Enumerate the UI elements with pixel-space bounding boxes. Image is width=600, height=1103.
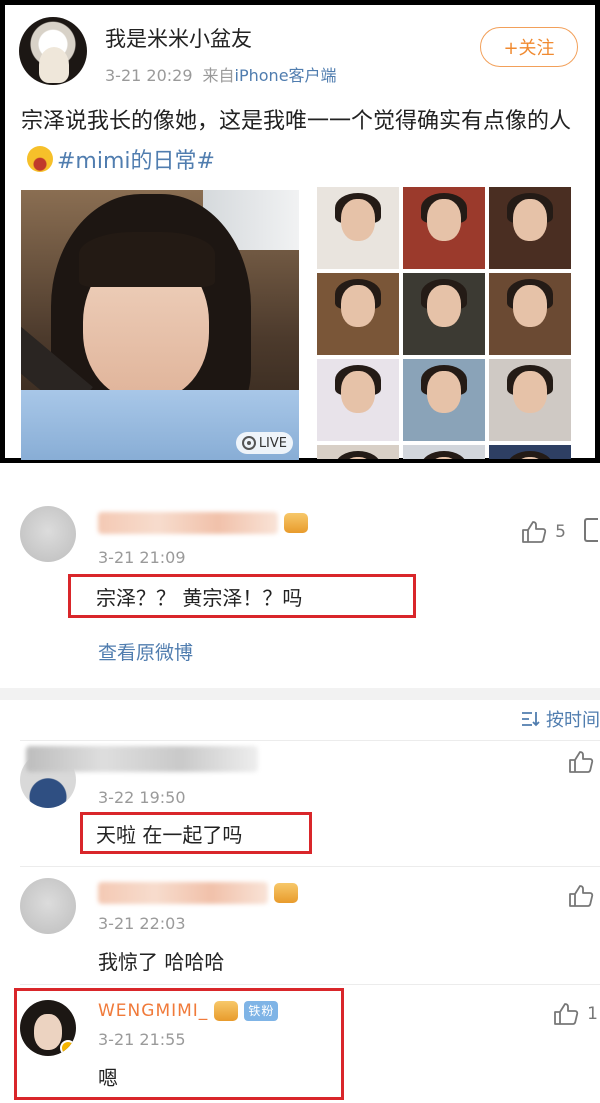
like-count: 1 xyxy=(587,1004,598,1024)
thumbs-up-icon xyxy=(554,1003,579,1025)
like-button[interactable] xyxy=(568,750,594,774)
commenter-avatar[interactable] xyxy=(20,506,76,562)
comment-text: 我惊了 哈哈哈 xyxy=(98,950,225,974)
sort-by-time-button[interactable]: 按时间 xyxy=(520,702,600,736)
live-label: LIVE xyxy=(258,435,287,451)
thumbs-up-icon xyxy=(522,521,547,543)
section-divider xyxy=(0,688,600,700)
grid-photo[interactable] xyxy=(403,359,485,441)
live-icon xyxy=(241,436,256,450)
grid-photo[interactable] xyxy=(317,273,399,355)
view-original-post-link[interactable]: 查看原微博 xyxy=(98,638,193,665)
comment-time: 3-21 21:55 xyxy=(98,1030,186,1049)
comment-time: 3-22 19:50 xyxy=(98,788,186,807)
comment-time: 3-21 22:03 xyxy=(98,914,186,933)
comment-item: 3-21 21:09 宗泽？？ 黄宗泽！？吗 查看原微博 5 xyxy=(0,490,600,688)
commenter-name[interactable] xyxy=(26,746,258,772)
share-icon[interactable] xyxy=(584,518,598,542)
post-author-avatar[interactable] xyxy=(19,17,87,85)
grid-photo[interactable] xyxy=(403,445,485,459)
blurred-username xyxy=(26,746,258,772)
post-main-photo[interactable]: LIVE xyxy=(21,190,299,460)
commenter-name[interactable] xyxy=(98,880,298,906)
grid-photo[interactable] xyxy=(489,359,571,441)
grid-photo[interactable] xyxy=(317,445,399,459)
post-source-device[interactable]: iPhone客户端 xyxy=(235,66,337,85)
grid-photo[interactable] xyxy=(489,187,571,269)
blurred-username xyxy=(98,512,278,534)
commenter-avatar[interactable] xyxy=(20,1000,76,1056)
fan-crown-icon xyxy=(214,1001,239,1021)
post-body-text: 宗泽说我长的像她，这是我唯一一个觉得确实有点像的人 xyxy=(21,109,572,134)
comments-section: 3-21 21:09 宗泽？？ 黄宗泽！？吗 查看原微博 5 按时间 3-22 … xyxy=(0,490,600,1103)
comment-item: WENGMIMI_ 铁粉 3-21 21:55 嗯 1 xyxy=(0,988,600,1100)
like-button[interactable]: 5 xyxy=(521,520,566,544)
grid-photo[interactable] xyxy=(489,445,571,459)
thumbs-up-icon xyxy=(569,751,594,773)
comment-text: 宗泽？？ 黄宗泽！？吗 xyxy=(96,586,303,610)
post-author-name[interactable]: 我是米米小盆友 xyxy=(105,23,252,53)
commenter-name[interactable] xyxy=(98,510,308,536)
post-meta: 3-21 20:29 来自iPhone客户端 xyxy=(105,62,337,86)
verified-icon xyxy=(60,1040,76,1056)
weibo-post-card: 我是米米小盆友 3-21 20:29 来自iPhone客户端 +关注 宗泽说我长的… xyxy=(0,0,600,463)
post-topic-link[interactable]: #mimi的日常# xyxy=(57,149,215,174)
grid-photo[interactable] xyxy=(317,359,399,441)
like-button[interactable] xyxy=(568,884,594,908)
like-button[interactable]: 1 xyxy=(553,1002,598,1026)
thumbs-up-icon xyxy=(569,885,594,907)
grid-photo[interactable] xyxy=(489,273,571,355)
grid-photo[interactable] xyxy=(403,187,485,269)
comment-item: 3-21 22:03 我惊了 哈哈哈 xyxy=(0,870,600,984)
sort-icon xyxy=(522,712,540,727)
commenter-avatar[interactable] xyxy=(20,878,76,934)
post-text: 宗泽说我长的像她，这是我唯一一个觉得确实有点像的人 #mimi的日常# xyxy=(21,102,586,182)
grid-photo[interactable] xyxy=(317,187,399,269)
comment-time: 3-21 21:09 xyxy=(98,548,186,567)
commenter-name[interactable]: WENGMIMI_ 铁粉 xyxy=(98,998,279,1024)
comment-text: 天啦 在一起了吗 xyxy=(96,823,243,847)
comment-text: 嗯 xyxy=(98,1066,118,1090)
post-photo-grid xyxy=(317,187,571,459)
laughing-emoji-icon xyxy=(27,146,53,172)
like-count: 5 xyxy=(555,522,566,542)
follow-button[interactable]: +关注 xyxy=(480,27,578,67)
grid-photo[interactable] xyxy=(403,273,485,355)
iron-fan-badge: 铁粉 xyxy=(244,1001,279,1021)
sort-label: 按时间 xyxy=(546,710,600,731)
post-time: 3-21 20:29 xyxy=(105,66,193,85)
fan-crown-icon xyxy=(274,883,298,903)
post-source-prefix: 来自 xyxy=(202,66,235,85)
blurred-username xyxy=(98,882,268,904)
live-photo-badge[interactable]: LIVE xyxy=(235,432,293,454)
comment-item: 3-22 19:50 天啦 在一起了吗 xyxy=(0,742,600,866)
commenter-username: WENGMIMI_ xyxy=(98,1001,209,1021)
fan-crown-icon xyxy=(284,513,308,533)
